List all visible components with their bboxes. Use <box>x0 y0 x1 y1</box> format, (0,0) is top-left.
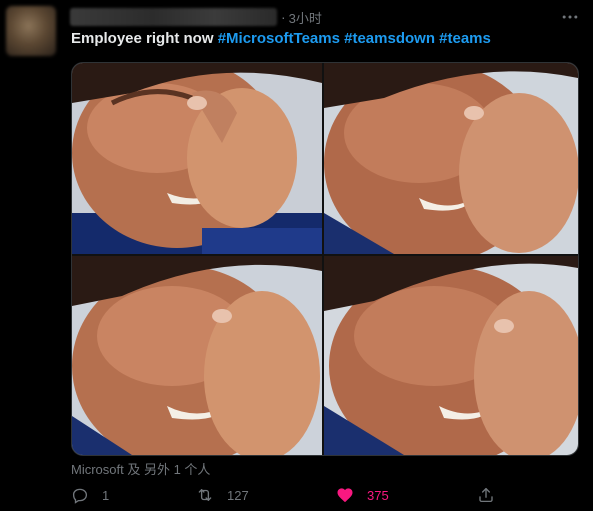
retweet-icon <box>198 489 212 501</box>
reply-count: 1 <box>102 487 110 503</box>
tweet-text: Employee right now #MicrosoftTeams #team… <box>71 29 491 49</box>
media-grid[interactable] <box>71 62 579 456</box>
like-count: 375 <box>367 487 389 503</box>
reply-button[interactable]: 1 <box>71 486 109 504</box>
avatar[interactable] <box>6 6 56 56</box>
hashtag-teams[interactable]: #teams <box>439 30 491 47</box>
reply-icon <box>72 488 88 504</box>
tagged-people[interactable]: Microsoft 及 另外 1 个人 <box>71 459 210 478</box>
separator: · <box>281 9 286 25</box>
hashtag-microsoftteams[interactable]: #MicrosoftTeams <box>218 30 340 47</box>
retweet-button[interactable]: 127 <box>196 486 249 504</box>
tweet-header: · 3小时 <box>70 6 322 28</box>
author-name-redacted[interactable] <box>70 8 277 26</box>
timestamp[interactable]: 3小时 <box>289 8 322 27</box>
retweet-count: 127 <box>227 487 249 503</box>
tweet-text-plain: Employee right now <box>71 30 218 47</box>
action-bar: 1 127 375 <box>71 486 501 508</box>
more-dots-icon[interactable] <box>557 4 583 30</box>
like-button[interactable]: 375 <box>336 486 389 504</box>
meme-image-1[interactable] <box>72 63 322 254</box>
tweet[interactable]: · 3小时 Employee right now #MicrosoftTeams… <box>0 0 593 511</box>
meme-image-2[interactable] <box>324 63 578 254</box>
hashtag-teamsdown[interactable]: #teamsdown <box>344 30 435 47</box>
share-icon <box>479 487 493 503</box>
share-button[interactable] <box>477 486 495 504</box>
meme-image-3[interactable] <box>72 256 322 455</box>
heart-filled-icon <box>337 488 353 503</box>
meme-image-4[interactable] <box>324 256 578 455</box>
